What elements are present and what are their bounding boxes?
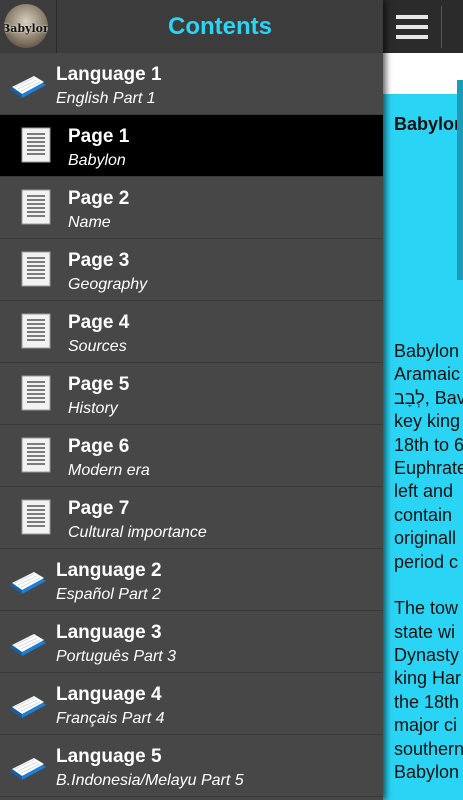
item-subtitle: Français Part 4 bbox=[56, 710, 165, 727]
page-item[interactable]: Page 7 Cultural importance bbox=[0, 487, 383, 549]
toolbar-divider bbox=[441, 6, 442, 48]
article-line: originall bbox=[394, 528, 457, 549]
book-icon bbox=[10, 758, 46, 780]
article-line: period c bbox=[394, 551, 459, 572]
drawer-title: Contents bbox=[168, 13, 272, 40]
article-text: Babylon Aramaic לְבָב, Bav key king 18th to … bbox=[394, 340, 463, 784]
article-body[interactable]: Babylon Babylon Aramaic לְבָב, Bav key king… bbox=[383, 94, 463, 800]
document-icon bbox=[21, 437, 51, 473]
item-title: Language 1 bbox=[56, 64, 162, 85]
document-icon bbox=[21, 251, 51, 287]
article-line: major ci bbox=[394, 715, 458, 736]
article-line: Babylon bbox=[394, 762, 460, 783]
article-line: Babylon bbox=[394, 341, 460, 361]
item-title: Page 7 bbox=[68, 498, 130, 519]
scrollbar[interactable] bbox=[457, 80, 463, 280]
item-title: Page 6 bbox=[68, 436, 130, 457]
item-subtitle: Babylon bbox=[68, 152, 126, 169]
book-icon bbox=[10, 696, 46, 718]
app-logo-text: Babylon bbox=[4, 21, 48, 35]
page-item[interactable]: Page 4 Sources bbox=[0, 301, 383, 363]
article-line: king Har bbox=[394, 668, 462, 689]
content-panel: Babylon Babylon Aramaic לְבָב, Bav key king… bbox=[383, 0, 463, 800]
item-subtitle: History bbox=[68, 400, 118, 417]
item-title: Page 1 bbox=[68, 126, 130, 147]
book-icon bbox=[10, 76, 46, 98]
article-line: left and bbox=[394, 481, 454, 502]
article-line: Dynasty bbox=[394, 645, 460, 666]
item-subtitle: Modern era bbox=[68, 462, 150, 479]
page-item[interactable]: Page 1 Babylon bbox=[0, 115, 383, 177]
book-icon bbox=[10, 634, 46, 656]
document-icon bbox=[21, 375, 51, 411]
item-subtitle: Português Part 3 bbox=[56, 648, 177, 665]
document-icon bbox=[21, 499, 51, 535]
language-item[interactable]: Language 4 Français Part 4 bbox=[0, 673, 383, 735]
content-header-strip bbox=[383, 53, 463, 94]
article-line: לְבָב, Bav bbox=[394, 387, 463, 408]
page-item[interactable]: Page 6 Modern era bbox=[0, 425, 383, 487]
article-line: southern bbox=[394, 738, 463, 759]
item-subtitle: Español Part 2 bbox=[56, 586, 161, 603]
document-icon bbox=[21, 313, 51, 349]
drawer-header: Babylon Contents bbox=[0, 0, 383, 54]
item-title: Language 5 bbox=[56, 746, 162, 767]
item-title: Page 5 bbox=[68, 374, 130, 395]
article-title: Babylon bbox=[394, 114, 463, 134]
page-item[interactable]: Page 5 History bbox=[0, 363, 383, 425]
item-title: Page 2 bbox=[68, 188, 130, 209]
item-subtitle: Geography bbox=[68, 276, 148, 293]
article-line: Aramaic bbox=[394, 364, 461, 385]
item-subtitle: B.Indonesia/Melayu Part 5 bbox=[56, 772, 244, 789]
item-title: Language 2 bbox=[56, 560, 162, 581]
language-item[interactable]: Language 1 English Part 1 bbox=[0, 53, 383, 115]
hamburger-menu-icon[interactable] bbox=[383, 0, 441, 53]
article-line: contain bbox=[394, 504, 453, 525]
item-subtitle: Cultural importance bbox=[68, 524, 207, 541]
document-icon bbox=[21, 127, 51, 163]
page-item[interactable]: Page 2 Name bbox=[0, 177, 383, 239]
article-line: the 18th bbox=[394, 691, 460, 712]
article-line: 18th to 6 bbox=[394, 434, 463, 455]
app-logo: Babylon bbox=[4, 4, 48, 48]
item-subtitle: English Part 1 bbox=[56, 90, 156, 107]
item-subtitle: Sources bbox=[68, 338, 127, 355]
item-title: Page 4 bbox=[68, 312, 130, 333]
article-line: key king bbox=[394, 411, 461, 432]
item-title: Language 4 bbox=[56, 684, 162, 705]
item-subtitle: Name bbox=[68, 214, 111, 231]
language-item[interactable]: Language 3 Português Part 3 bbox=[0, 611, 383, 673]
document-icon bbox=[21, 189, 51, 225]
item-title: Page 3 bbox=[68, 250, 130, 271]
app-toolbar bbox=[383, 0, 463, 53]
contents-list: Language 1 English Part 1 Page 1 Babylon P… bbox=[0, 53, 383, 797]
contents-drawer: Babylon Contents Language 1 English Part … bbox=[0, 0, 383, 800]
article-line: Euphrate bbox=[394, 457, 463, 478]
page-item[interactable]: Page 3 Geography bbox=[0, 239, 383, 301]
article-line bbox=[394, 574, 463, 597]
language-item[interactable]: Language 2 Español Part 2 bbox=[0, 549, 383, 611]
language-item[interactable]: Language 5 B.Indonesia/Melayu Part 5 bbox=[0, 735, 383, 797]
item-title: Language 3 bbox=[56, 622, 162, 643]
article-line: state wi bbox=[394, 621, 456, 642]
book-icon bbox=[10, 572, 46, 594]
article-line: The tow bbox=[394, 598, 459, 619]
